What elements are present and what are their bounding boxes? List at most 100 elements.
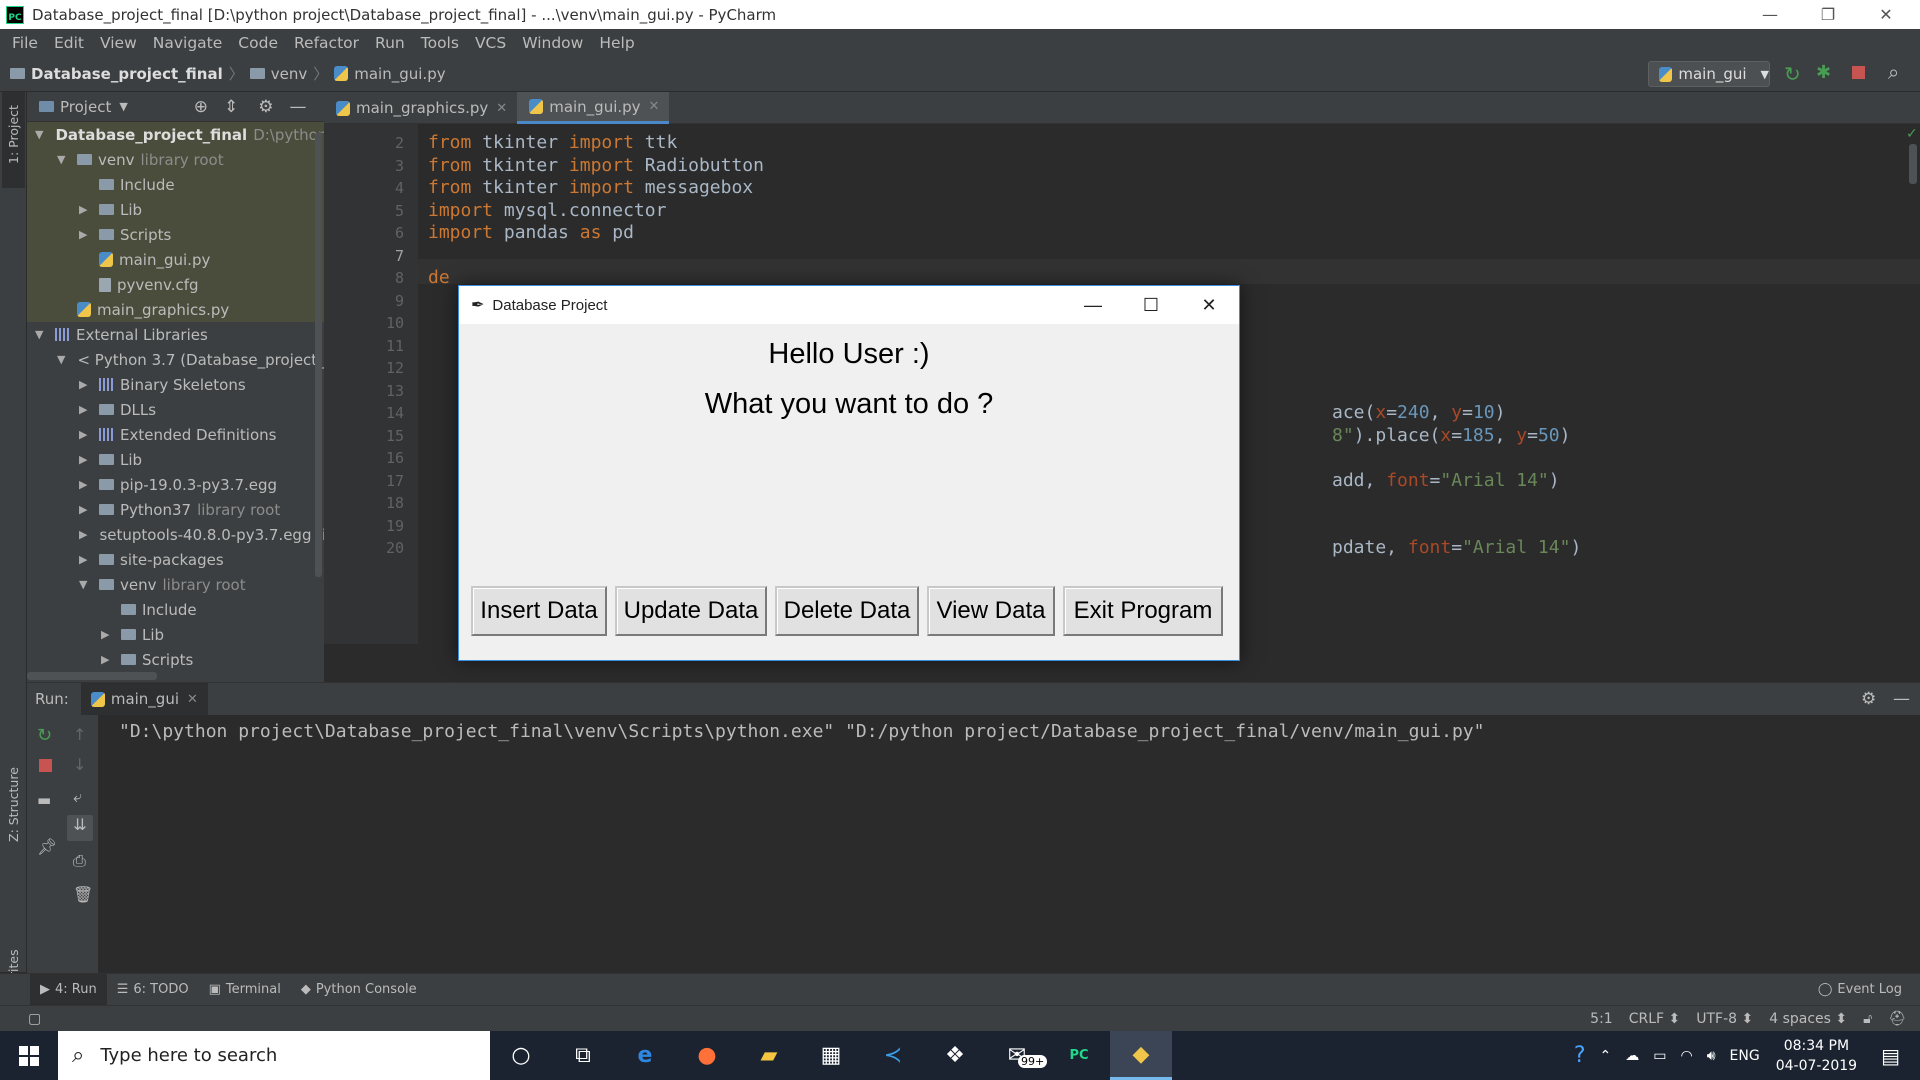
tree-item[interactable]: ▶ pip-19.0.3-py3.7.egg — [27, 472, 324, 497]
chevron-right-icon[interactable]: ▶ — [79, 378, 93, 391]
exit-program-button[interactable]: Exit Program — [1063, 586, 1223, 636]
visual-studio-code-icon[interactable]: ≺ — [862, 1031, 924, 1080]
insert-data-button[interactable]: Insert Data — [471, 586, 607, 636]
menu-refactor[interactable]: Refactor — [286, 34, 367, 52]
tree-item[interactable]: ▶ Binary Skeletons — [27, 372, 324, 397]
event-log-tool-button[interactable]: ◯ Event Log — [1808, 974, 1912, 1006]
tree-horizontal-scrollbar[interactable] — [27, 672, 157, 680]
scroll-to-end-icon[interactable]: ⇊ — [67, 815, 93, 841]
tree-item[interactable]: ▼ venv library root — [27, 147, 324, 172]
tree-item[interactable]: ▶ site-packages — [27, 547, 324, 572]
menu-window[interactable]: Window — [514, 34, 591, 52]
arrow-down-icon[interactable]: ↓ — [73, 755, 86, 774]
tree-item[interactable]: ▼ venv library root — [27, 572, 324, 597]
menu-code[interactable]: Code — [230, 34, 286, 52]
structure-tool-button[interactable]: Z: Structure — [6, 767, 21, 842]
dialog-maximize-button[interactable]: ☐ — [1122, 286, 1180, 324]
tree-item[interactable]: main_gui.py — [27, 247, 324, 272]
tree-item[interactable]: ▼ External Libraries — [27, 322, 324, 347]
firefox-icon[interactable]: ● — [676, 1031, 738, 1080]
help-icon[interactable]: ? — [1574, 1043, 1586, 1068]
gear-icon[interactable]: ⚙ — [258, 97, 273, 117]
menu-edit[interactable]: Edit — [46, 34, 92, 52]
tree-item[interactable]: Include — [27, 172, 324, 197]
tab-main-gui[interactable]: main_gui.py ✕ — [517, 92, 670, 124]
hide-panel-icon[interactable]: — — [290, 97, 307, 117]
breadcrumb-venv[interactable]: venv — [271, 65, 308, 83]
project-view-select[interactable]: Project — [60, 98, 111, 116]
menu-view[interactable]: View — [92, 34, 145, 52]
chevron-right-icon[interactable]: ▶ — [79, 528, 87, 541]
arrow-up-icon[interactable]: ↑ — [73, 725, 86, 744]
tab-main-graphics[interactable]: main_graphics.py ✕ — [324, 92, 517, 124]
chevron-down-icon[interactable]: ▼ — [57, 353, 65, 366]
tree-item[interactable]: ▶ Scripts — [27, 222, 324, 247]
line-separator[interactable]: CRLF ⬍ — [1629, 1011, 1681, 1027]
clock[interactable]: 08:34 PM 04-07-2019 — [1776, 1036, 1857, 1076]
chevron-down-icon[interactable]: ▼ — [57, 153, 71, 166]
notifications-icon[interactable]: ▤ — [1881, 1044, 1900, 1068]
menu-help[interactable]: Help — [591, 34, 642, 52]
edge-browser-icon[interactable]: e — [614, 1031, 676, 1080]
close-tab-icon[interactable]: ✕ — [649, 99, 660, 114]
breadcrumb-project[interactable]: Database_project_final — [31, 65, 223, 83]
layout-icon[interactable]: ▬ — [37, 791, 51, 809]
menu-vcs[interactable]: VCS — [467, 34, 514, 52]
collapse-all-icon[interactable]: ⇕ — [224, 97, 238, 117]
tool-window-toggle-icon[interactable]: ▢ — [28, 1011, 41, 1027]
print-icon[interactable]: ⎙ — [73, 851, 86, 871]
inspector-icon[interactable]: ⛑︎ — [1888, 1011, 1906, 1027]
update-data-button[interactable]: Update Data — [615, 586, 767, 636]
chevron-right-icon[interactable]: ▶ — [79, 228, 93, 241]
task-view-icon[interactable]: ⧉ — [552, 1031, 614, 1080]
breadcrumb-file[interactable]: main_gui.py — [354, 65, 445, 83]
input-language[interactable]: ENG — [1730, 1048, 1760, 1064]
start-button[interactable] — [0, 1031, 58, 1080]
cortana-icon[interactable]: ○ — [490, 1031, 552, 1080]
python-console-tool-button[interactable]: ◆ Python Console — [291, 974, 427, 1006]
lock-icon[interactable]: 🔓︎ — [1863, 1011, 1872, 1027]
tree-item[interactable]: ▶ Scripts — [27, 647, 324, 672]
hide-panel-icon[interactable]: — — [1893, 689, 1910, 709]
dialog-minimize-button[interactable]: — — [1064, 286, 1122, 324]
tree-item[interactable]: main_graphics.py — [27, 297, 324, 322]
close-tab-icon[interactable]: ✕ — [187, 692, 198, 707]
run-tab-main-gui[interactable]: main_gui ✕ — [80, 682, 208, 716]
file-explorer-icon[interactable]: ▰ — [738, 1031, 800, 1080]
close-button[interactable]: ✕ — [1858, 0, 1914, 29]
tree-scrollbar[interactable] — [315, 132, 322, 577]
wifi-icon[interactable]: ◠ — [1681, 1048, 1693, 1064]
tree-item[interactable]: ▼ Database_project_final D:\python pr — [27, 122, 324, 147]
minimize-button[interactable]: — — [1742, 0, 1798, 29]
view-data-button[interactable]: View Data — [927, 586, 1055, 636]
taskbar-search-box[interactable]: ⌕ Type here to search — [58, 1031, 490, 1080]
close-tab-icon[interactable]: ✕ — [496, 101, 507, 116]
todo-tool-button[interactable]: ☰ 6: TODO — [107, 974, 199, 1006]
tree-item[interactable]: ▶ DLLs — [27, 397, 324, 422]
chevron-down-icon[interactable]: ▼ — [79, 578, 93, 591]
file-encoding[interactable]: UTF-8 ⬍ — [1696, 1011, 1753, 1027]
store-icon[interactable]: ▦ — [800, 1031, 862, 1080]
chevron-right-icon[interactable]: ▶ — [79, 428, 93, 441]
menu-file[interactable]: File — [4, 34, 46, 52]
pycharm-taskbar-icon[interactable]: PC — [1048, 1031, 1110, 1080]
project-tool-button[interactable]: 1: Project — [6, 105, 21, 164]
tree-item[interactable]: ▶ Lib — [27, 197, 324, 222]
tree-item[interactable]: ▼ < Python 3.7 (Database_project_fi — [27, 347, 324, 372]
editor-scrollbar[interactable] — [1909, 144, 1917, 184]
trash-icon[interactable]: 🗑︎ — [73, 885, 93, 904]
chevron-down-icon[interactable]: ▼ — [35, 328, 49, 341]
chevron-right-icon[interactable]: ▶ — [79, 503, 93, 516]
tree-item[interactable]: ▶ Lib — [27, 447, 324, 472]
tree-item[interactable]: ▶ Lib — [27, 622, 324, 647]
tree-item[interactable]: ▶ Extended Definitions — [27, 422, 324, 447]
menu-tools[interactable]: Tools — [413, 34, 467, 52]
chevron-right-icon[interactable]: ▶ — [79, 403, 93, 416]
python-taskbar-icon[interactable]: ◆ — [1110, 1031, 1172, 1080]
run-tool-button[interactable]: ▶ 4: Run — [30, 973, 107, 1006]
volume-icon[interactable]: 🔊︎ — [1707, 1048, 1716, 1064]
pin-icon[interactable]: 📌︎ — [37, 837, 57, 856]
soft-wrap-icon[interactable]: ⤶ — [73, 787, 82, 807]
dropbox-icon[interactable]: ❖ — [924, 1031, 986, 1080]
tree-item[interactable]: pyvenv.cfg — [27, 272, 324, 297]
